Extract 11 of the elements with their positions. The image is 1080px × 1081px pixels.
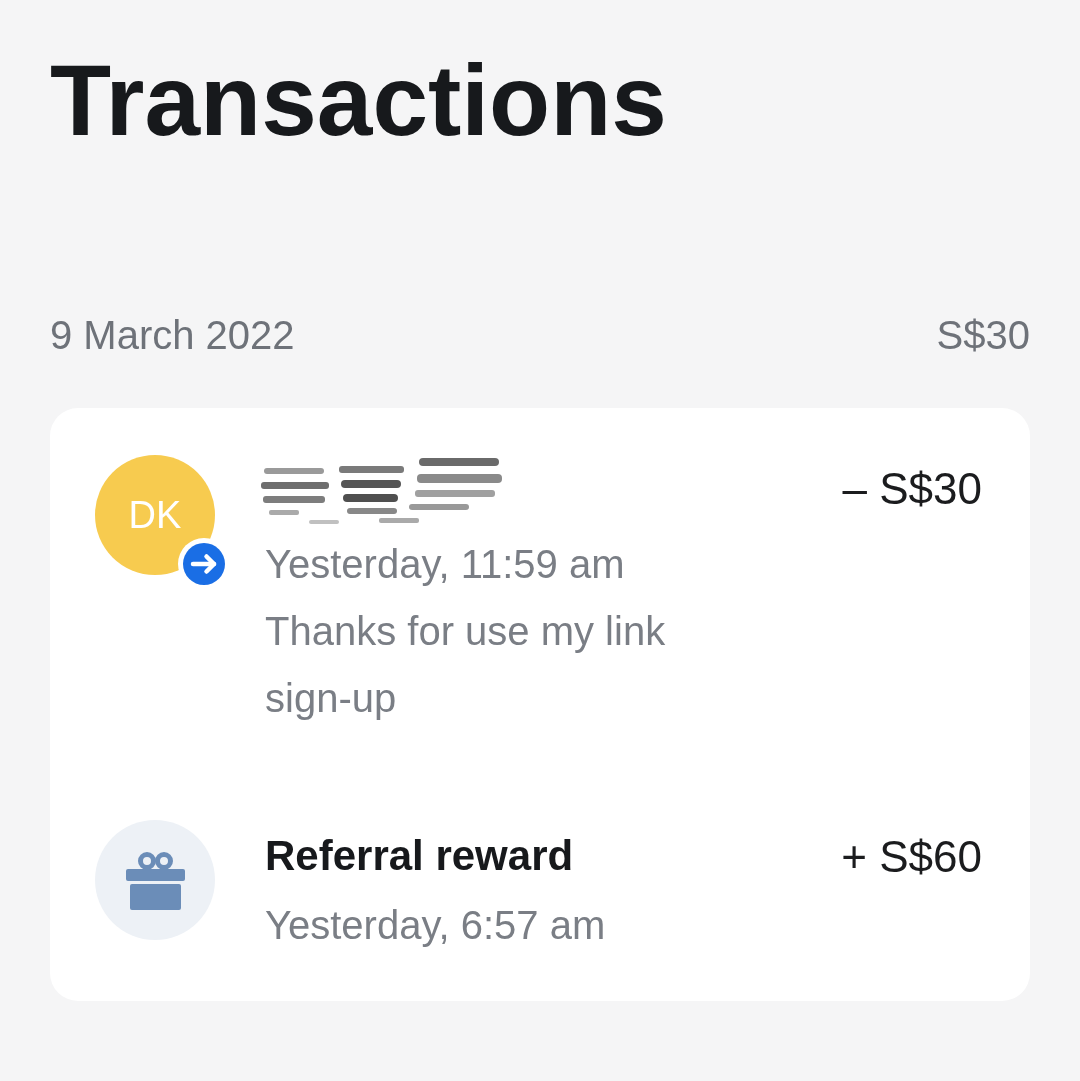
page-title: Transactions	[50, 43, 668, 158]
transaction-time: Yesterday, 6:57 am	[265, 902, 607, 949]
transaction-time: Yesterday, 11:59 am	[265, 541, 626, 588]
transaction-amount: – S$30	[842, 463, 982, 515]
transaction-amount: + S$60	[841, 831, 982, 883]
transaction-title: Referral reward	[265, 831, 575, 881]
initials-avatar: DK	[95, 455, 215, 575]
date-heading: 9 March 2022	[50, 312, 295, 359]
gift-icon	[95, 820, 215, 940]
transaction-note: Thanks for use my link sign-up	[265, 608, 667, 722]
day-total: S$30	[936, 312, 1030, 359]
